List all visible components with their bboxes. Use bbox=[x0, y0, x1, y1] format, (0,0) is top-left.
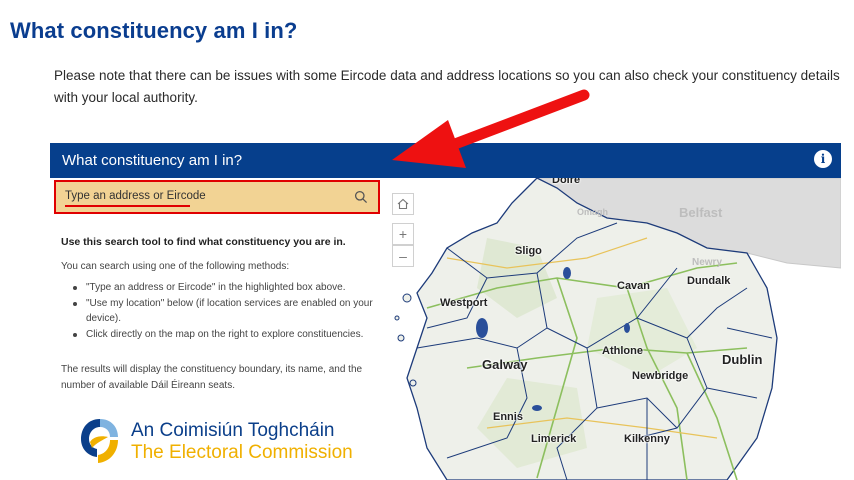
map-label-dublin: Dublin bbox=[722, 352, 763, 367]
side-panel: Type an address or Eircode Use this sear… bbox=[50, 178, 387, 480]
ireland-map[interactable] bbox=[387, 178, 841, 480]
map-label-derry: Doire bbox=[552, 178, 581, 186]
search-icon[interactable] bbox=[354, 190, 368, 204]
map-label-omagh: Omagh bbox=[577, 207, 609, 217]
map-label-cavan: Cavan bbox=[617, 280, 651, 292]
map-label-sligo: Sligo bbox=[515, 245, 542, 257]
constituency-app: What constituency am I in? i Type an add… bbox=[50, 143, 841, 480]
intro-text: Use this search tool to find what consti… bbox=[61, 236, 346, 248]
search-placeholder[interactable]: Type an address or Eircode bbox=[65, 190, 206, 202]
map-label-athlone: Athlone bbox=[602, 345, 643, 357]
home-icon bbox=[397, 198, 409, 210]
info-icon[interactable]: i bbox=[814, 150, 832, 168]
map-label-newbridge: Newbridge bbox=[632, 370, 689, 382]
map-label-newry: Newry bbox=[692, 257, 723, 268]
zoom-in-button[interactable]: + bbox=[392, 223, 414, 245]
page-title: What constituency am I in? bbox=[10, 18, 298, 43]
logo-text-irish: An Coimisiún Toghcháin bbox=[131, 420, 335, 441]
list-item: "Type an address or Eircode" in the high… bbox=[68, 280, 378, 295]
commission-logo-icon bbox=[81, 419, 118, 463]
methods-list: "Type an address or Eircode" in the high… bbox=[68, 280, 378, 343]
map-label-kilkenny: Kilkenny bbox=[624, 433, 670, 445]
map-label-westport: Westport bbox=[440, 297, 488, 309]
map-label-limerick: Limerick bbox=[531, 433, 577, 445]
methods-intro: You can search using one of the followin… bbox=[61, 261, 290, 272]
electoral-commission-logo: An Coimisiún Toghcháin The Electoral Com… bbox=[76, 416, 376, 476]
app-title: What constituency am I in? bbox=[62, 152, 243, 169]
list-item: "Use my location" below (if location ser… bbox=[68, 296, 378, 326]
annotation-underline bbox=[65, 205, 190, 207]
logo-text-english: The Electoral Commission bbox=[131, 442, 353, 463]
map-label-belfast: Belfast bbox=[679, 205, 723, 220]
map-controls: + – bbox=[392, 193, 414, 267]
app-header: What constituency am I in? i bbox=[50, 143, 841, 178]
list-item: Click directly on the map on the right t… bbox=[68, 327, 378, 342]
eircode-note: Please note that there can be issues wit… bbox=[54, 68, 840, 105]
map-label-galway: Galway bbox=[482, 357, 528, 372]
zoom-out-button[interactable]: – bbox=[392, 245, 414, 267]
home-button[interactable] bbox=[392, 193, 414, 215]
map-label-dundalk: Dundalk bbox=[687, 275, 731, 287]
results-text: The results will display the constituenc… bbox=[61, 364, 363, 391]
search-input[interactable]: Type an address or Eircode bbox=[54, 180, 380, 214]
map-view[interactable]: Doire Omagh Belfast Newry Sligo Cavan Du… bbox=[387, 178, 841, 480]
map-label-ennis: Ennis bbox=[493, 411, 523, 423]
